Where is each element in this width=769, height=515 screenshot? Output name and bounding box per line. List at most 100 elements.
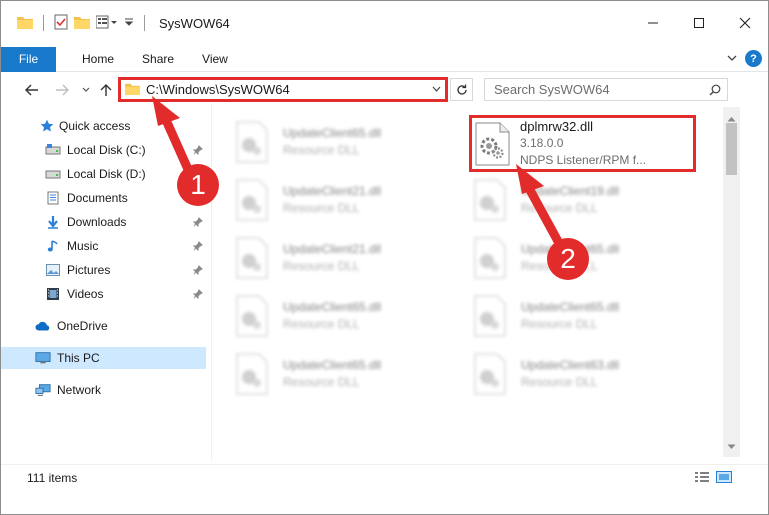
scrollbar-thumb[interactable]	[726, 123, 737, 175]
dll-file-icon	[229, 115, 275, 169]
highlighted-dll-file[interactable]: dplmrw32.dll 3.18.0.0 NDPS Listener/RPM …	[469, 115, 696, 172]
sidebar-item-label: Quick access	[59, 119, 131, 133]
recent-locations-chevron-icon[interactable]	[77, 80, 95, 100]
item-count: 111 items	[27, 471, 78, 485]
list-item[interactable]: UpdateClient21.dll Resource DLL	[229, 231, 429, 289]
expand-ribbon-icon[interactable]	[727, 52, 737, 66]
explorer-window: SysWOW64 File Home Share View ? C:\Windo…	[0, 0, 769, 515]
navigation-pane: Quick access Local Disk (C:) Local Disk …	[1, 111, 211, 457]
sidebar-item-label: Network	[57, 383, 102, 397]
dll-file-icon	[467, 231, 513, 285]
sidebar-item-local-disk-d[interactable]: Local Disk (D:)	[1, 163, 206, 185]
file-name: UpdateClient21.dll	[283, 184, 382, 198]
address-dropdown-icon[interactable]	[427, 86, 445, 93]
pane-divider[interactable]	[211, 105, 212, 461]
pin-icon[interactable]	[192, 288, 203, 302]
sidebar-item-network[interactable]: Network	[1, 379, 206, 401]
ribbon-right: ?	[727, 50, 762, 67]
window-controls	[630, 1, 768, 45]
view-switcher	[694, 471, 732, 486]
dll-file-icon	[467, 173, 513, 227]
scroll-down-icon[interactable]	[727, 439, 736, 453]
file-info: UpdateClient65.dll Resource DLL	[521, 299, 619, 333]
pin-icon[interactable]	[192, 240, 203, 254]
back-button[interactable]	[23, 80, 41, 100]
tab-share[interactable]: Share	[128, 47, 188, 72]
sidebar-item-downloads[interactable]: Downloads	[1, 211, 206, 233]
drive-icon	[45, 142, 61, 158]
sidebar-item-label: OneDrive	[57, 319, 108, 333]
step-badge-1: 1	[177, 164, 219, 206]
minimize-button[interactable]	[630, 1, 676, 45]
customize-toolbar-icon[interactable]	[95, 15, 118, 32]
refresh-button[interactable]	[450, 78, 473, 101]
sidebar-item-documents[interactable]: Documents	[1, 187, 206, 209]
network-icon	[35, 382, 51, 398]
vertical-scrollbar[interactable]	[723, 107, 740, 457]
title-bar: SysWOW64	[1, 1, 768, 45]
dll-file-icon	[474, 122, 512, 169]
dll-file-icon	[229, 173, 275, 227]
forward-button[interactable]	[53, 80, 71, 100]
file-info: UpdateClient65.dll Resource DLL	[283, 125, 381, 159]
file-description: NDPS Listener/RPM f...	[520, 153, 647, 167]
separator	[43, 15, 44, 31]
file-info: UpdateClient21.dll Resource DLL	[283, 241, 381, 275]
sidebar-item-label: Documents	[67, 191, 128, 205]
help-button[interactable]: ?	[745, 50, 762, 67]
file-name: UpdateClient65.dll	[521, 300, 620, 314]
sidebar-item-quick-access[interactable]: Quick access	[1, 115, 206, 137]
documents-icon	[45, 190, 61, 206]
sidebar-item-label: Downloads	[67, 215, 127, 229]
sidebar-item-local-disk-c[interactable]: Local Disk (C:)	[1, 139, 206, 161]
search-box[interactable]: Search SysWOW64	[484, 78, 728, 101]
dll-file-icon	[467, 289, 513, 343]
file-name: UpdateClient63.dll	[521, 358, 620, 372]
close-button[interactable]	[722, 1, 768, 45]
tab-file[interactable]: File	[1, 46, 56, 72]
file-type: Resource DLL	[283, 317, 360, 331]
sidebar-item-videos[interactable]: Videos	[1, 283, 206, 305]
file-type: Resource DLL	[521, 375, 598, 389]
sidebar-item-label: Local Disk (C:)	[67, 143, 146, 157]
computer-icon	[35, 350, 51, 366]
up-button[interactable]	[97, 80, 115, 100]
list-item[interactable]: UpdateClient65.dll Resource DLL	[229, 289, 429, 347]
sidebar-item-music[interactable]: Music	[1, 235, 206, 257]
pin-icon[interactable]	[192, 264, 203, 278]
maximize-button[interactable]	[676, 1, 722, 45]
large-icons-view-icon[interactable]	[716, 471, 732, 486]
file-name: UpdateClient19.dll	[521, 184, 620, 198]
download-icon	[45, 214, 61, 230]
list-item[interactable]: UpdateClient63.dll Resource DLL	[467, 347, 667, 405]
sidebar-item-onedrive[interactable]: OneDrive	[1, 315, 206, 337]
search-input[interactable]: Search SysWOW64	[494, 82, 703, 97]
new-folder-icon[interactable]	[74, 15, 90, 32]
properties-icon[interactable]	[54, 14, 68, 33]
list-item[interactable]: UpdateClient19.dll Resource DLL	[467, 173, 667, 231]
list-item[interactable]: UpdateClient21.dll Resource DLL	[229, 173, 429, 231]
dll-file-icon	[229, 231, 275, 285]
file-name: UpdateClient65.dll	[283, 300, 382, 314]
address-bar[interactable]: C:\Windows\SysWOW64	[118, 77, 448, 102]
list-item[interactable]: UpdateClient65.dll Resource DLL	[229, 115, 429, 173]
address-path[interactable]: C:\Windows\SysWOW64	[146, 82, 427, 97]
list-item[interactable]: UpdateClient65.dll Resource DLL	[229, 347, 429, 405]
pin-icon[interactable]	[192, 144, 203, 158]
sidebar-item-pictures[interactable]: Pictures	[1, 259, 206, 281]
search-icon[interactable]	[703, 84, 727, 96]
tab-view[interactable]: View	[188, 47, 242, 72]
file-info: UpdateClient65.dll Resource DLL	[283, 299, 381, 333]
tab-home[interactable]: Home	[68, 47, 128, 72]
highlighted-file-info: dplmrw32.dll 3.18.0.0 NDPS Listener/RPM …	[520, 118, 646, 169]
dropdown-chevron-icon[interactable]	[124, 16, 134, 30]
file-type: Resource DLL	[283, 143, 360, 157]
window-title: SysWOW64	[159, 15, 230, 31]
list-item[interactable]: UpdateClient65.dll Resource DLL	[467, 289, 667, 347]
sidebar-item-label: This PC	[57, 351, 100, 365]
details-view-icon[interactable]	[694, 471, 710, 486]
sidebar-item-label: Local Disk (D:)	[67, 167, 146, 181]
dll-file-icon	[229, 289, 275, 343]
pin-icon[interactable]	[192, 216, 203, 230]
sidebar-item-this-pc[interactable]: This PC	[1, 347, 206, 369]
